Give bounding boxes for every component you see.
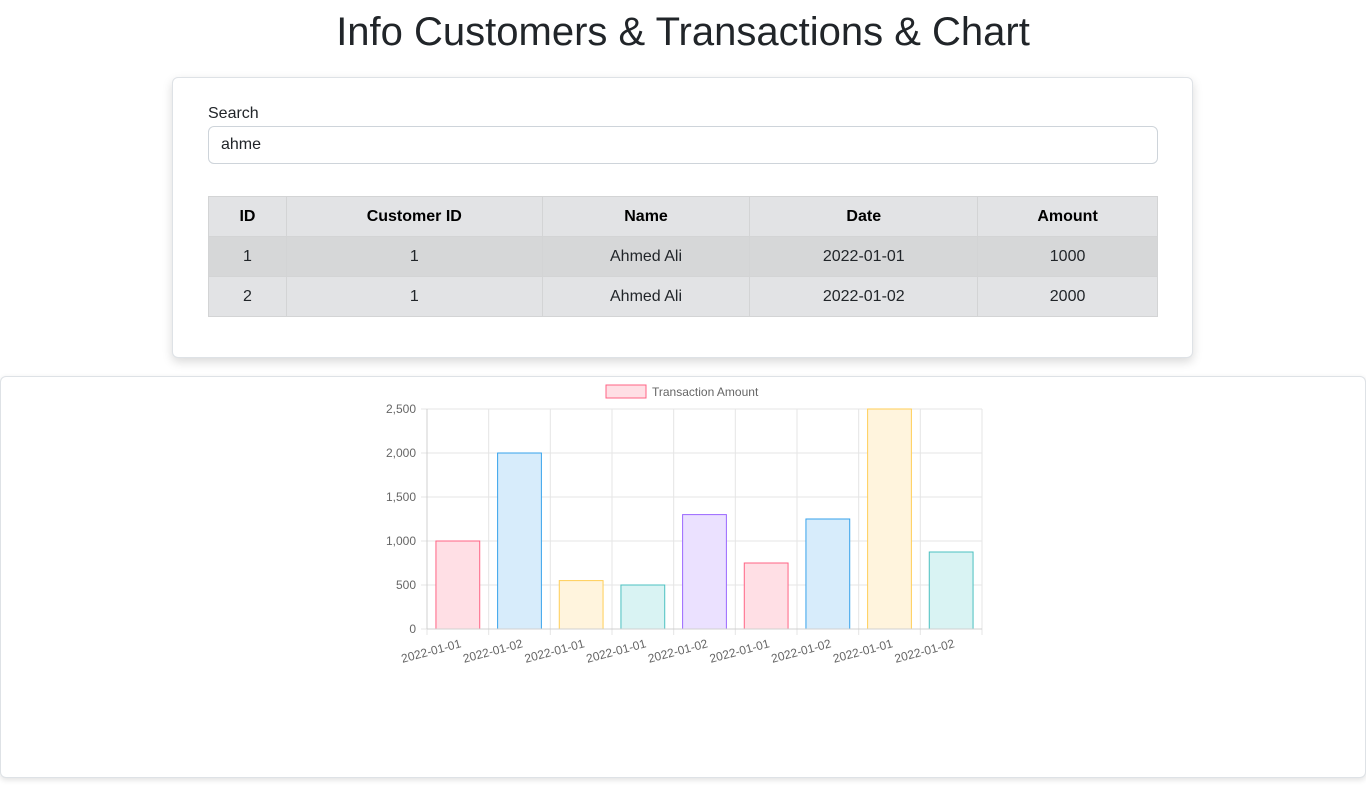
search-input[interactable] bbox=[208, 126, 1158, 164]
bar[interactable] bbox=[620, 584, 666, 630]
bar[interactable] bbox=[743, 562, 789, 630]
header-id[interactable]: ID bbox=[208, 196, 287, 237]
cell-id: 1 bbox=[208, 236, 287, 277]
y-tick-label: 0 bbox=[409, 622, 416, 636]
header-name[interactable]: Name bbox=[541, 196, 751, 237]
header-amount[interactable]: Amount bbox=[977, 196, 1158, 237]
x-tick-label: 2022-01-01 bbox=[708, 636, 771, 665]
y-tick-label: 2,000 bbox=[386, 446, 416, 460]
transactions-table: ID Customer ID Name Date Amount 1 1 Ahme… bbox=[208, 196, 1158, 317]
x-tick-label: 2022-01-01 bbox=[523, 636, 586, 665]
table-row[interactable]: 1 1 Ahmed Ali 2022-01-01 1000 bbox=[208, 236, 1158, 277]
x-tick-label: 2022-01-02 bbox=[461, 636, 524, 665]
cell-date: 2022-01-02 bbox=[749, 276, 979, 317]
chart-legend[interactable]: Transaction Amount bbox=[605, 384, 759, 399]
cell-name: Ahmed Ali bbox=[541, 236, 751, 277]
y-tick-label: 500 bbox=[396, 578, 416, 592]
header-customer-id[interactable]: Customer ID bbox=[285, 196, 543, 237]
bar[interactable] bbox=[805, 518, 851, 630]
x-tick-label: 2022-01-02 bbox=[646, 636, 709, 665]
bar[interactable] bbox=[435, 540, 481, 630]
chart-bars bbox=[435, 408, 974, 630]
cell-amount: 2000 bbox=[977, 276, 1158, 317]
x-tick-label: 2022-01-02 bbox=[893, 636, 956, 665]
cell-customer-id: 1 bbox=[285, 236, 543, 277]
bar[interactable] bbox=[682, 514, 727, 630]
table-row[interactable]: 2 1 Ahmed Ali 2022-01-02 2000 bbox=[208, 276, 1158, 317]
transaction-chart: 05001,0001,5002,0002,5002022-01-012022-0… bbox=[386, 384, 983, 666]
search-label: Search bbox=[208, 105, 259, 122]
x-tick-label: 2022-01-02 bbox=[770, 636, 833, 665]
search-card: Search ID Customer ID Name Date Amount 1… bbox=[172, 77, 1193, 358]
table-header-row: ID Customer ID Name Date Amount bbox=[208, 196, 1158, 237]
page-title: Info Customers & Transactions & Chart bbox=[336, 10, 1030, 54]
bar[interactable] bbox=[867, 408, 912, 630]
y-tick-label: 1,000 bbox=[386, 534, 416, 548]
y-tick-label: 2,500 bbox=[386, 402, 416, 416]
cell-amount: 1000 bbox=[977, 236, 1158, 277]
x-tick-label: 2022-01-01 bbox=[400, 636, 463, 665]
x-tick-label: 2022-01-01 bbox=[585, 636, 648, 665]
cell-id: 2 bbox=[208, 276, 287, 317]
legend-label[interactable]: Transaction Amount bbox=[652, 385, 759, 399]
cell-name: Ahmed Ali bbox=[541, 276, 751, 317]
bar[interactable] bbox=[928, 551, 974, 630]
cell-date: 2022-01-01 bbox=[749, 236, 979, 277]
legend-swatch[interactable] bbox=[605, 384, 647, 399]
header-date[interactable]: Date bbox=[749, 196, 979, 237]
bar[interactable] bbox=[558, 580, 604, 630]
bar[interactable] bbox=[497, 452, 542, 630]
cell-customer-id: 1 bbox=[285, 276, 543, 317]
x-tick-label: 2022-01-01 bbox=[831, 636, 894, 665]
y-tick-label: 1,500 bbox=[386, 490, 416, 504]
